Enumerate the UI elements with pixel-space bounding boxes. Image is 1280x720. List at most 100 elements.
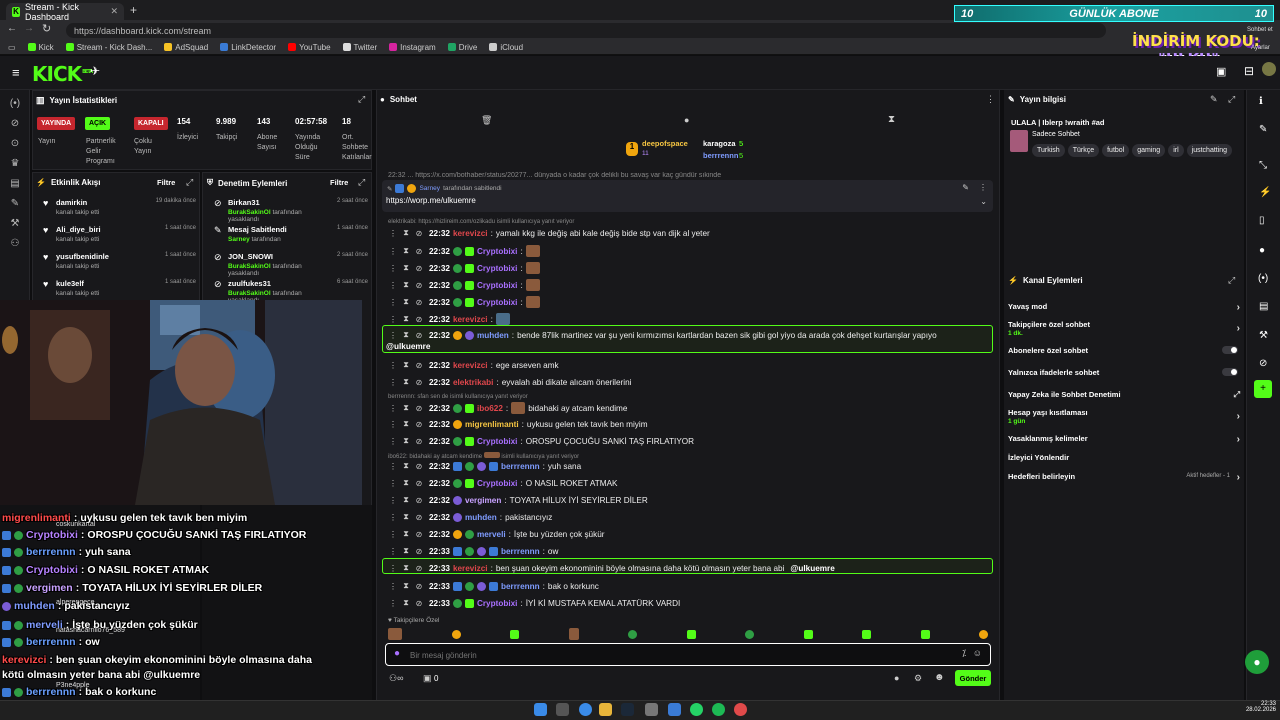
gear-icon[interactable]: ⚙	[914, 673, 922, 684]
activity-filter-button[interactable]: Filtre	[157, 178, 175, 187]
ban-icon[interactable]: ⊘	[414, 404, 424, 413]
chat-username[interactable]: migrenlimanti	[465, 420, 519, 429]
hourglass-icon[interactable]: ⧗	[401, 280, 411, 290]
emote-icon[interactable]	[451, 629, 461, 639]
more-icon[interactable]: ⋮	[388, 229, 398, 238]
bookmark-twitter[interactable]: Twitter	[342, 43, 377, 52]
chat-input-box[interactable]: ● ⁒ ☺	[385, 643, 991, 666]
emote-icon[interactable]	[745, 629, 754, 639]
more-icon[interactable]: ⋮	[388, 264, 398, 273]
emote-icon[interactable]	[686, 629, 696, 639]
chat-username[interactable]: kerevizci	[453, 315, 488, 324]
ban-icon[interactable]: ⊘	[414, 479, 424, 488]
emoji-icon[interactable]: ☺	[973, 648, 982, 658]
chat-message[interactable]: ⋮ ⧗ ⊘ 22:32 Cryptobixi: O NASIL ROKET ATMAK	[388, 478, 618, 488]
stream-tag[interactable]: irl	[1168, 144, 1184, 157]
chat-username[interactable]: Cryptobixi	[477, 281, 518, 290]
more-icon[interactable]: ⋮	[388, 361, 398, 370]
slash-commands-icon[interactable]: ⁒	[962, 648, 966, 659]
hourglass-icon[interactable]: ⧗	[401, 263, 411, 273]
channel-action-item[interactable]: Hesap yaşı kısıtlaması 1 gün ›	[1008, 408, 1240, 425]
ban-icon[interactable]: ⊘	[414, 361, 424, 370]
stream-icon[interactable]: (•)	[8, 96, 22, 110]
chat-username[interactable]: Cryptobixi	[477, 264, 518, 273]
chat-mode-icon[interactable]: ●	[684, 115, 689, 125]
emote-icon[interactable]	[803, 629, 813, 639]
chat-message[interactable]: ⋮ ⧗ ⊘ 22:32 merveli: İşte bu yüzden çok şükür	[388, 529, 605, 539]
moderation-item[interactable]: ⊘ Birkan31 BurakSakinOl tarafından yasakla…	[214, 198, 368, 223]
back-icon[interactable]: ←	[7, 23, 17, 34]
chat-bubble-icon[interactable]: ●	[894, 673, 899, 683]
hourglass-icon[interactable]: ⧗	[401, 598, 411, 608]
chat-username[interactable]: ibo622	[477, 404, 503, 413]
channel-action-item[interactable]: Yapay Zeka ile Sohbet Denetimi ⤢	[1008, 390, 1240, 404]
more-icon[interactable]: ⋮	[388, 404, 398, 413]
notifications-icon[interactable]: ▣	[1216, 65, 1226, 78]
chevron-right-icon[interactable]: ›	[1237, 302, 1240, 313]
channel-action-item[interactable]: Yavaş mod ›	[1008, 302, 1240, 316]
more-icon[interactable]: ⋮	[388, 437, 398, 446]
channel-action-item[interactable]: Yasaklanmış kelimeler ›	[1008, 434, 1240, 448]
bookmark-kick-dashboard[interactable]: Stream - Kick Dash...	[65, 43, 152, 52]
chat-username[interactable]: kerevizci	[453, 564, 488, 573]
emote-icon[interactable]	[920, 629, 930, 639]
chat-username[interactable]: Cryptobixi	[477, 298, 518, 307]
chat-username[interactable]: berrrennn	[501, 462, 540, 471]
toggle-switch[interactable]	[1222, 346, 1238, 354]
app-icon[interactable]	[645, 703, 658, 716]
chat-message[interactable]: ⋮ ⧗ ⊘ 22:32 kerevizci:	[388, 313, 513, 325]
popout-icon[interactable]: ⤢	[1228, 275, 1235, 286]
chat-message[interactable]: ⋮ ⧗ ⊘ 22:32 Cryptobixi:	[388, 296, 543, 308]
chat-bubble-icon[interactable]: ●	[1245, 650, 1269, 674]
ban-icon[interactable]: ⊘	[414, 496, 424, 505]
link-icon[interactable]: ⊘	[8, 116, 22, 130]
chat-message[interactable]: ⋮ ⧗ ⊘ 22:32 elektrikabi: eyvalah abi dikate a…	[388, 377, 631, 387]
bookmark-linkdetector[interactable]: LinkDetector	[220, 43, 276, 52]
more-icon[interactable]: ⋮	[388, 378, 398, 387]
chevron-right-icon[interactable]: ›	[1237, 411, 1240, 422]
more-icon[interactable]: ⋮	[388, 247, 398, 256]
forward-icon[interactable]: →	[24, 23, 34, 34]
hourglass-icon[interactable]: ⧗	[401, 246, 411, 256]
more-icon[interactable]: ⋮	[388, 496, 398, 505]
chat-message[interactable]: ⋮ ⧗ ⊘ 22:33 berrrennn: ow	[388, 546, 558, 556]
ban-icon[interactable]: ⊘	[414, 420, 424, 429]
reload-icon[interactable]: ↻	[42, 22, 51, 35]
emote-icon[interactable]	[628, 629, 637, 639]
chat-mention[interactable]: @ulkuemre	[790, 564, 834, 573]
ban-icon[interactable]: ⊘	[414, 582, 424, 591]
ban-icon[interactable]: ⊘	[414, 247, 424, 256]
chevron-down-icon[interactable]: ⌄	[980, 197, 987, 206]
moderation-item[interactable]: ✎ Mesaj Sabitlendi Sarney tarafından 1 saat…	[214, 225, 368, 243]
ban-icon[interactable]: ⊘	[414, 547, 424, 556]
pinned-link[interactable]: https://worp.me/ulkuemre	[386, 196, 476, 205]
search-icon[interactable]	[556, 703, 569, 716]
edge-icon[interactable]	[579, 703, 592, 716]
ban-icon[interactable]: ⊘	[414, 315, 424, 324]
app-icon[interactable]	[668, 703, 681, 716]
emote-icon[interactable]	[979, 629, 988, 639]
stream-tag[interactable]: Turkish	[1032, 144, 1065, 157]
emote-icon[interactable]	[862, 629, 871, 639]
toggle-switch[interactable]	[1222, 368, 1238, 376]
chat-username[interactable]: Cryptobixi	[477, 479, 518, 488]
ban-icon[interactable]: ⊘	[414, 437, 424, 446]
url-input[interactable]: https://dashboard.kick.com/stream	[66, 23, 1106, 38]
activity-item[interactable]: ♥ kule3elf kanalı takip etti 1 saat önce	[43, 279, 196, 297]
chevron-right-icon[interactable]: ›	[1237, 472, 1240, 483]
kick-logo[interactable]: KICKBETA	[32, 62, 93, 86]
chat-username[interactable]: elektrikabi	[453, 378, 494, 387]
apps-icon[interactable]: ▭	[8, 43, 16, 52]
chat-username[interactable]: muhden	[477, 331, 509, 340]
chat-message[interactable]: ⋮ ⧗ ⊘ 22:33 kerevizci: ben şuan okeyim ekonom…	[388, 563, 835, 573]
chat-mention[interactable]: @ulkuemre	[386, 342, 430, 351]
hourglass-icon[interactable]: ⧗	[888, 114, 895, 125]
ban-icon[interactable]: ⊘	[414, 530, 424, 539]
unpin-icon[interactable]: ✎	[962, 183, 969, 192]
more-icon[interactable]: ⋮	[986, 94, 995, 105]
bookmark-kick[interactable]: Kick	[27, 43, 54, 52]
more-icon[interactable]: ⋮	[388, 420, 398, 429]
moderation-filter-button[interactable]: Filtre	[330, 178, 348, 187]
ban-icon[interactable]: ⊘	[414, 462, 424, 471]
bookmark-youtube[interactable]: YouTube	[288, 43, 331, 52]
